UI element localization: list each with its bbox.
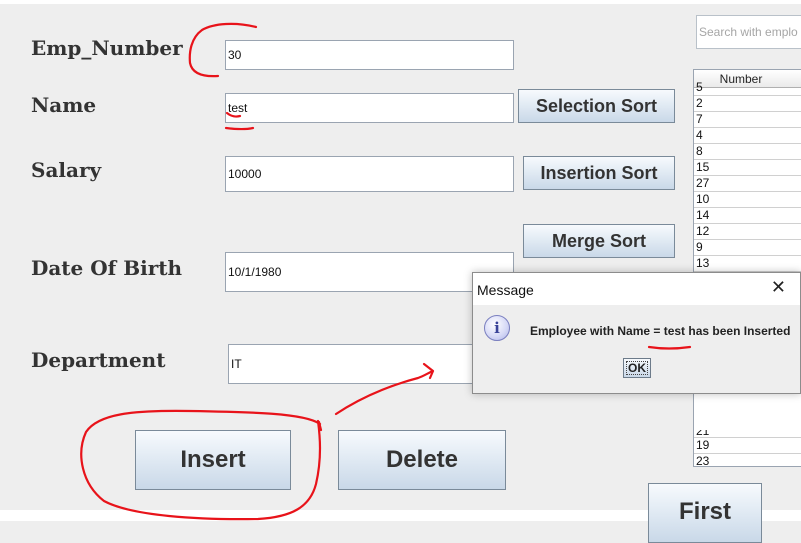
department-field[interactable]: IT [228, 344, 478, 384]
message-dialog: Message ✕ i Employee with Name = test ha… [472, 272, 801, 394]
emp-number-label: Emp_Number [31, 36, 183, 60]
name-label: Name [31, 93, 97, 117]
insertion-sort-button[interactable]: Insertion Sort [523, 156, 675, 190]
table-row[interactable]: 10 [694, 192, 801, 208]
date-of-birth-field[interactable]: 10/1/1980 [225, 252, 514, 292]
close-icon[interactable]: ✕ [771, 277, 786, 298]
table-row[interactable]: 21 [694, 430, 801, 438]
delete-button[interactable]: Delete [338, 430, 506, 490]
table-row[interactable]: 7 [694, 112, 801, 128]
info-icon: i [484, 315, 510, 341]
table-row[interactable]: 15 [694, 160, 801, 176]
salary-label: Salary [31, 158, 102, 182]
table-row[interactable]: 27 [694, 176, 801, 192]
table-row[interactable]: 9 [694, 240, 801, 256]
first-button[interactable]: First [648, 483, 762, 543]
date-of-birth-label: Date Of Birth [31, 256, 183, 280]
dialog-body: i Employee with Name = test has been Ins… [473, 305, 800, 393]
dialog-message: Employee with Name = test has been Inser… [530, 324, 791, 338]
department-label: Department [31, 348, 166, 372]
table-row[interactable]: 13 [694, 256, 801, 272]
window-top-edge [0, 0, 801, 4]
merge-sort-button[interactable]: Merge Sort [523, 224, 675, 258]
employee-number-table: Number 5 2 7 4 8 15 27 10 14 12 9 13 21 … [693, 69, 801, 467]
employee-search-input[interactable]: Search with emplo [696, 15, 801, 49]
table-row[interactable]: 19 [694, 438, 801, 454]
table-row[interactable]: 23 [694, 454, 801, 466]
name-field[interactable]: test [225, 93, 514, 123]
table-row[interactable]: 4 [694, 128, 801, 144]
table-row[interactable]: 12 [694, 224, 801, 240]
table-row[interactable]: 8 [694, 144, 801, 160]
ok-button[interactable]: OK [623, 358, 651, 378]
emp-number-field[interactable]: 30 [225, 40, 514, 70]
dialog-title: Message [477, 282, 534, 298]
table-row[interactable]: 14 [694, 208, 801, 224]
table-row[interactable]: 2 [694, 96, 801, 112]
selection-sort-button[interactable]: Selection Sort [518, 89, 675, 123]
salary-field[interactable]: 10000 [225, 156, 514, 192]
insert-button[interactable]: Insert [135, 430, 291, 490]
